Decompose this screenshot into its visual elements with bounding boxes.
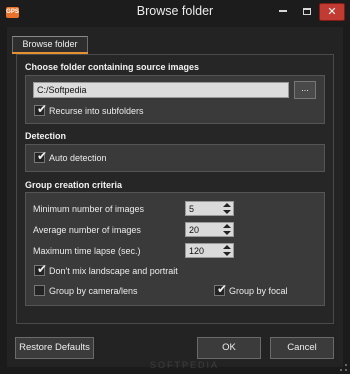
cancel-button[interactable]: Cancel xyxy=(270,337,334,359)
minimize-icon xyxy=(279,10,287,13)
avg-images-spinner[interactable]: 20 xyxy=(185,222,234,237)
recurse-label: Recurse into subfolders xyxy=(49,106,144,116)
checkmark-icon: ✔ xyxy=(37,262,48,276)
ok-button[interactable]: OK xyxy=(197,337,261,359)
min-images-value: 5 xyxy=(189,204,195,214)
max-lapse-label: Maximum time lapse (sec.) xyxy=(33,246,141,256)
min-images-label: Minimum number of images xyxy=(33,204,145,214)
resize-grip-icon[interactable] xyxy=(340,364,347,371)
avg-images-value: 20 xyxy=(189,225,200,235)
group-by-focal-checkbox[interactable]: ✔ xyxy=(214,282,228,296)
title-bar: GPS Browse folder ✕ xyxy=(0,0,350,26)
auto-detection-checkbox[interactable]: ✔ xyxy=(34,149,48,163)
recurse-checkbox[interactable]: ✔ xyxy=(34,102,48,116)
group-by-camera-label: Group by camera/lens xyxy=(49,286,138,296)
minimize-button[interactable] xyxy=(271,3,295,21)
detection-section-title: Detection xyxy=(25,131,67,141)
browse-button[interactable]: ... xyxy=(294,81,316,99)
auto-detection-label: Auto detection xyxy=(49,153,107,163)
spinner-arrows-icon[interactable] xyxy=(223,203,231,214)
maximize-icon xyxy=(303,7,311,15)
source-section-title: Choose folder containing source images xyxy=(25,62,200,72)
min-images-spinner[interactable]: 5 xyxy=(185,201,234,216)
watermark: SOFTPEDIA xyxy=(150,360,220,370)
avg-images-label: Average number of images xyxy=(33,225,141,235)
spinner-arrows-icon[interactable] xyxy=(223,245,231,256)
max-lapse-value: 120 xyxy=(189,246,205,256)
maximize-button[interactable] xyxy=(295,3,319,21)
no-mix-checkbox[interactable]: ✔ xyxy=(34,262,48,276)
group-by-focal-label: Group by focal xyxy=(229,286,288,296)
checkmark-icon: ✔ xyxy=(37,102,48,116)
max-lapse-spinner[interactable]: 120 xyxy=(185,243,234,258)
group-by-camera-checkbox[interactable] xyxy=(34,285,45,296)
close-button[interactable]: ✕ xyxy=(319,3,345,21)
criteria-section-title: Group creation criteria xyxy=(25,180,123,190)
no-mix-label: Don't mix landscape and portrait xyxy=(49,266,178,276)
checkmark-icon: ✔ xyxy=(37,149,48,163)
restore-defaults-button[interactable]: Restore Defaults xyxy=(15,337,94,359)
folder-path-input[interactable]: C:/Softpedia xyxy=(33,82,289,98)
close-icon: ✕ xyxy=(327,6,337,18)
checkmark-icon: ✔ xyxy=(217,282,228,296)
spinner-arrows-icon[interactable] xyxy=(223,224,231,235)
tab-browse-folder[interactable]: Browse folder xyxy=(12,36,88,53)
